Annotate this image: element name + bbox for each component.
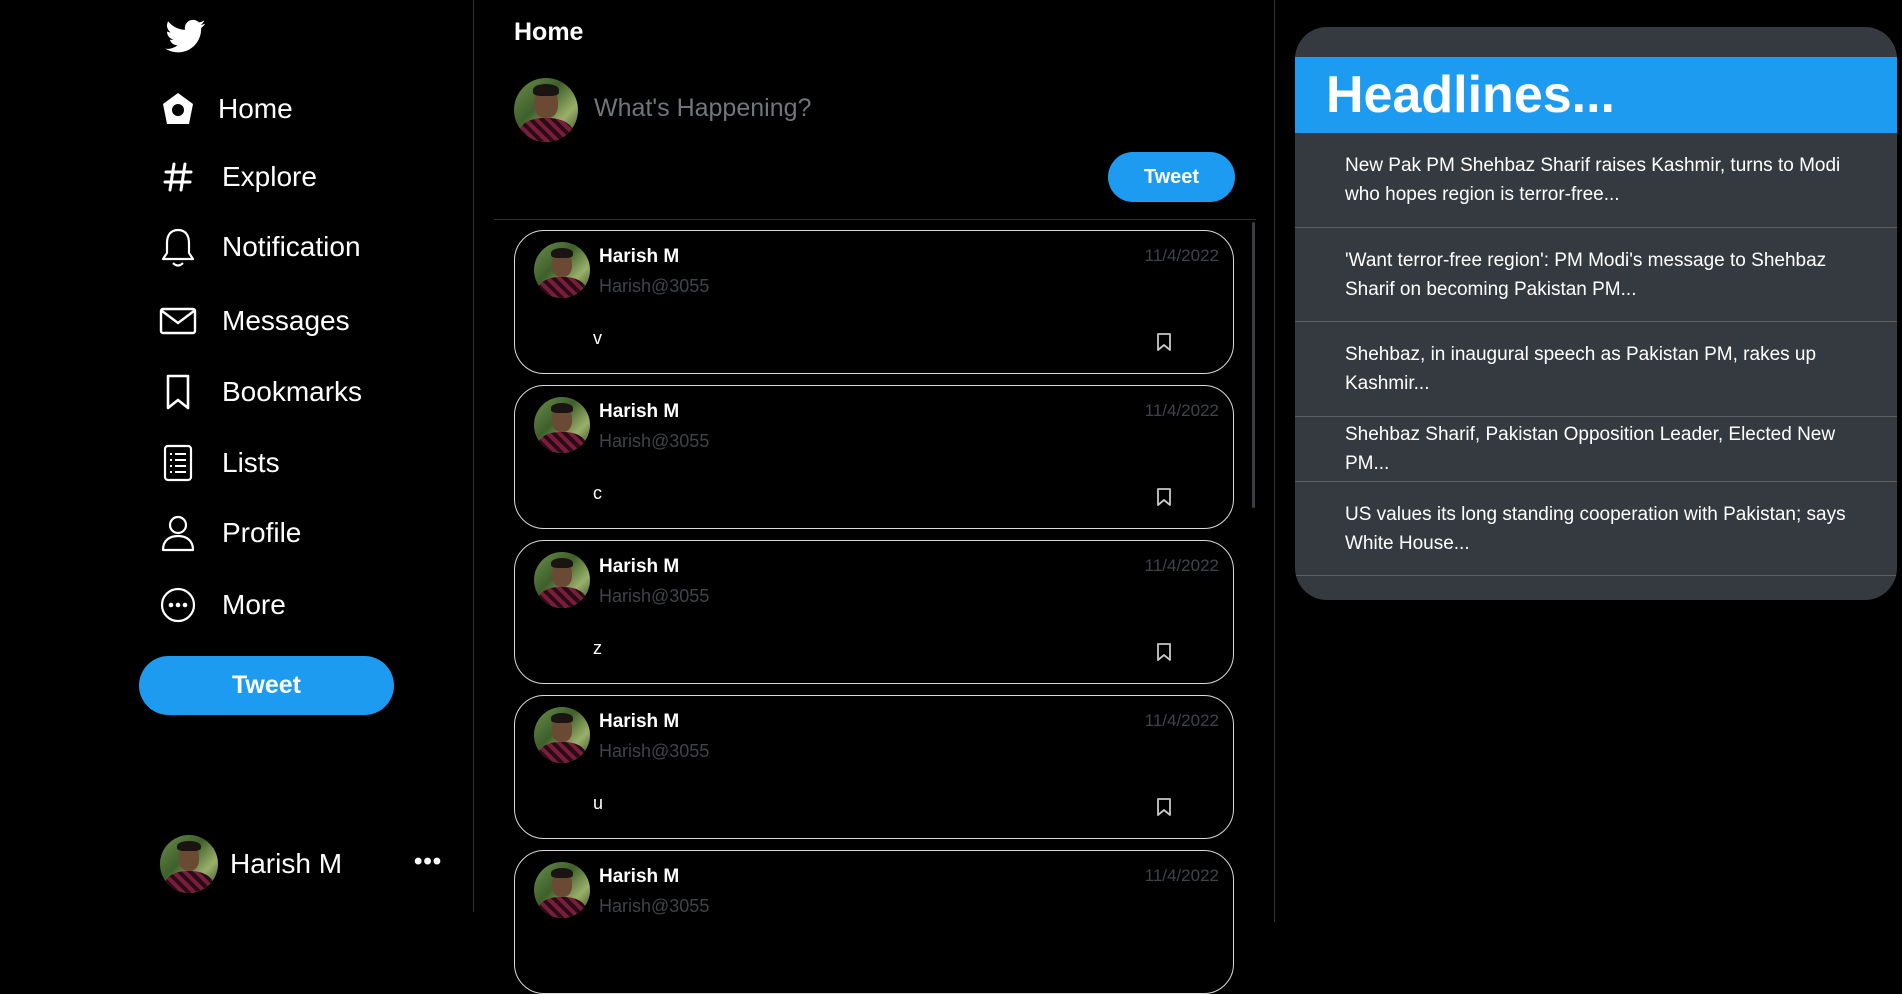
bookmark-icon xyxy=(158,372,198,412)
headline-item[interactable]: New Pak PM Shehbaz Sharif raises Kashmir… xyxy=(1295,133,1897,228)
sidebar-item-label: Notification xyxy=(222,231,361,262)
tweet-author-name: Harish M xyxy=(599,711,680,732)
sidebar-item-label: Profile xyxy=(222,517,302,548)
headline-item[interactable]: Shehbaz, in inaugural speech as Pakistan… xyxy=(1295,322,1897,417)
bookmark-icon[interactable] xyxy=(1155,797,1173,817)
tweet-author-handle: Harish@3055 xyxy=(599,741,710,761)
bookmark-icon[interactable] xyxy=(1155,332,1173,352)
tweet-date: 11/4/2022 xyxy=(1144,556,1219,575)
sidebar-item-label: Lists xyxy=(222,447,280,478)
headline-item[interactable]: 'Want terror-free region': PM Modi's mes… xyxy=(1295,228,1897,322)
sidebar-item-label: Explore xyxy=(222,161,317,192)
account-name: Harish M xyxy=(230,848,343,879)
headlines-panel: Headlines... New Pak PM Shehbaz Sharif r… xyxy=(1295,27,1897,600)
tweet-text: c xyxy=(593,483,602,503)
sidebar-item-more[interactable]: More xyxy=(158,580,458,630)
avatar xyxy=(534,242,590,298)
tweet-date: 11/4/2022 xyxy=(1144,866,1219,885)
more-dots-icon[interactable]: ••• xyxy=(414,848,442,876)
twitter-bird-icon[interactable] xyxy=(164,16,208,56)
tweet-card[interactable]: Harish M Harish@3055 11/4/2022 c xyxy=(514,385,1234,529)
tweet-author-name: Harish M xyxy=(599,401,680,422)
tweet-author-handle: Harish@3055 xyxy=(599,586,710,606)
tweet-author-handle: Harish@3055 xyxy=(599,896,710,916)
sidebar-item-label: Home xyxy=(218,93,293,124)
bell-icon xyxy=(158,227,198,267)
account-switcher[interactable]: Harish M ••• xyxy=(160,834,442,894)
composer-avatar xyxy=(514,78,578,142)
tweet-card[interactable]: Harish M Harish@3055 11/4/2022 u xyxy=(514,695,1234,839)
tweet-author-name: Harish M xyxy=(599,866,680,887)
headline-text: 'Want terror-free region': PM Modi's mes… xyxy=(1345,249,1827,300)
more-circle-icon xyxy=(158,585,198,625)
sidebar-item-messages[interactable]: Messages xyxy=(158,296,458,346)
tweet-author-name: Harish M xyxy=(599,556,680,577)
sidebar-item-bookmarks[interactable]: Bookmarks xyxy=(158,367,458,417)
tweet-date: 11/4/2022 xyxy=(1144,401,1219,420)
sidebar-tweet-button[interactable]: Tweet xyxy=(139,656,394,715)
feed: Home Tweet Harish M Harish@3055 11/4/202… xyxy=(474,0,1275,994)
headlines-title: Headlines... xyxy=(1326,66,1615,124)
avatar xyxy=(534,552,590,608)
headline-item[interactable]: US values its long standing cooperation … xyxy=(1295,482,1897,576)
tweet-text: z xyxy=(593,638,602,658)
sidebar-item-label: Messages xyxy=(222,305,350,336)
tweet-card[interactable]: Harish M Harish@3055 11/4/2022 v xyxy=(514,230,1234,374)
envelope-icon xyxy=(158,301,198,341)
feed-scrollbar-thumb[interactable] xyxy=(1252,222,1255,508)
avatar xyxy=(534,862,590,918)
sidebar-item-label: More xyxy=(222,589,286,620)
tweet-date: 11/4/2022 xyxy=(1144,711,1219,730)
home-icon xyxy=(158,89,198,129)
tweet-author-handle: Harish@3055 xyxy=(599,276,710,296)
list-icon xyxy=(158,443,198,483)
headline-text: New Pak PM Shehbaz Sharif raises Kashmir… xyxy=(1345,155,1841,205)
sidebar-item-profile[interactable]: Profile xyxy=(158,508,458,558)
sidebar: Home Explore Notification Messages Bookm… xyxy=(0,0,474,935)
feed-divider xyxy=(1274,0,1275,922)
bookmark-icon[interactable] xyxy=(1155,642,1173,662)
tweet-author-handle: Harish@3055 xyxy=(599,431,710,451)
compose-tweet-button[interactable]: Tweet xyxy=(1108,152,1235,202)
sidebar-item-label: Bookmarks xyxy=(222,376,363,407)
sidebar-item-lists[interactable]: Lists xyxy=(158,438,458,488)
tweet-date: 11/4/2022 xyxy=(1144,246,1219,265)
sidebar-item-home[interactable]: Home xyxy=(158,84,458,134)
tweet-card[interactable]: Harish M Harish@3055 11/4/2022 xyxy=(514,850,1234,994)
avatar xyxy=(160,835,218,893)
tweet-author-name: Harish M xyxy=(599,246,680,267)
headline-text: Shehbaz, in inaugural speech as Pakistan… xyxy=(1345,344,1817,394)
headline-text: US values its long standing cooperation … xyxy=(1345,503,1846,554)
sidebar-item-notification[interactable]: Notification xyxy=(158,222,458,272)
hashtag-icon xyxy=(158,157,198,197)
avatar xyxy=(534,707,590,763)
tweet-card[interactable]: Harish M Harish@3055 11/4/2022 z xyxy=(514,540,1234,684)
bookmark-icon[interactable] xyxy=(1155,487,1173,507)
tweet-text: v xyxy=(593,328,602,348)
page-title: Home xyxy=(514,18,584,46)
tweet-text: u xyxy=(593,793,604,813)
sidebar-item-explore[interactable]: Explore xyxy=(158,152,458,202)
avatar xyxy=(534,397,590,453)
headline-item[interactable]: Shehbaz Sharif, Pakistan Opposition Lead… xyxy=(1295,417,1897,482)
tweet-compose-input[interactable] xyxy=(592,86,1192,130)
divider xyxy=(494,219,1256,220)
headline-text: Shehbaz Sharif, Pakistan Opposition Lead… xyxy=(1345,424,1836,474)
person-icon xyxy=(158,513,198,553)
